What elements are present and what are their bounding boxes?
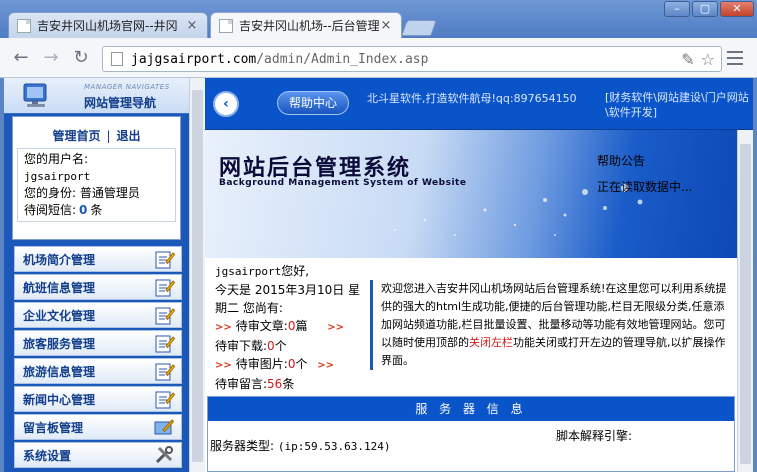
new-tab-button[interactable] (401, 20, 437, 36)
pending-images: >> 待审图片:0个 >> (215, 357, 335, 371)
sidebar-scrollbar[interactable] (189, 78, 205, 472)
help-center-button[interactable]: 帮助中心 (277, 91, 349, 115)
back-circle-icon[interactable]: ‹ (213, 91, 239, 117)
browser-titlebar: 吉安井冈山机场官网--井冈 × 吉安井冈山机场--后台管理 × – ▢ ✕ (0, 0, 757, 38)
address-bar[interactable]: jajgsairport.com/admin/Admin_Index.asp ✎… (102, 46, 722, 72)
banner-subtitle: Background Management System of Website (219, 178, 467, 188)
tab-close-icon[interactable]: × (379, 18, 393, 33)
maximize-button[interactable]: ▢ (692, 1, 718, 17)
server-info-box: 服 务 器 信 息 服务器类型: (ip:59.53.63.124) 脚本解释引… (207, 396, 735, 472)
admin-home-link[interactable]: 管理首页 (52, 129, 100, 143)
reload-icon[interactable]: ↻ (70, 49, 92, 67)
edit-note-icon (155, 279, 175, 297)
window-close-button[interactable]: ✕ (720, 1, 754, 17)
date-line: 今天是 2015年3月10日 星期二 您尚有: (215, 283, 361, 315)
main-frame: ‹ 帮助中心 北斗星软件,打造软件航母!qq:897654150 [财务软件\网… (205, 78, 753, 472)
server-type: 服务器类型: (ip:59.53.63.124) (210, 439, 391, 453)
menu-item-flight-info[interactable]: 航班信息管理 (14, 274, 182, 300)
edit-note-icon (155, 251, 175, 269)
admin-sidebar: MANAGER NAVIGATES 网站管理导航 管理首页 | 退出 您的用户名: … (4, 78, 189, 472)
close-left-panel-link[interactable]: 关闭左栏 (469, 336, 513, 349)
edit-note-icon (155, 307, 175, 325)
logout-link[interactable]: 退出 (117, 129, 141, 143)
menu-item-passenger-service[interactable]: 旅客服务管理 (14, 330, 182, 356)
menu-item-news-center[interactable]: 新闻中心管理 (14, 386, 182, 412)
browser-toolbar: ← → ↻ jajgsairport.com/admin/Admin_Index… (0, 38, 757, 78)
sidebar-subtitle: MANAGER NAVIGATES (84, 83, 170, 91)
sidebar-title: 网站管理导航 (84, 96, 157, 110)
tools-icon (155, 446, 173, 464)
welcome-text: 欢迎您进入吉安井冈山机场网站后台管理系统!在这里您可以利用系统提供的强大的htm… (370, 280, 730, 370)
admin-menu: 机场简介管理 航班信息管理 企业文化管理 旅客服务管理 旅游信息管理 新闻中心管… (14, 246, 182, 470)
board-icon (154, 419, 175, 435)
top-links[interactable]: [财务软件\网站建设\门户网站\软件开发] (605, 90, 753, 120)
edit-note-icon (155, 335, 175, 353)
user-links: 管理首页 | 退出 (13, 117, 180, 144)
role-line: 您的身份: 普通管理员 (24, 186, 140, 200)
tab-close-icon[interactable]: × (185, 18, 199, 33)
notice-title: 帮助公告 (597, 154, 646, 168)
tab-title: 吉安井冈山机场--后台管理 (239, 19, 379, 33)
menu-item-corporate-culture[interactable]: 企业文化管理 (14, 302, 182, 328)
banner: 网站后台管理系统 Background Management System of… (205, 130, 737, 258)
scrollbar-thumb[interactable] (740, 144, 751, 464)
user-info: 您的用户名: jgsairport 您的身份: 普通管理员 待阅短信: 0 条 (17, 148, 176, 222)
messages-count: 0 (79, 203, 88, 217)
link-separator: | (106, 129, 111, 143)
main-content: jgsairport您好, 今天是 2015年3月10日 星期二 您尚有: >>… (205, 258, 737, 472)
user-panel: 管理首页 | 退出 您的用户名: jgsairport 您的身份: 普通管理员 待阅… (12, 116, 181, 240)
minimize-button[interactable]: – (664, 1, 690, 17)
pending-articles: >> 待审文章:0篇 >> (215, 319, 345, 333)
browser-menu-icon[interactable] (727, 51, 743, 65)
main-scrollbar[interactable] (737, 130, 753, 472)
web-page: MANAGER NAVIGATES 网站管理导航 管理首页 | 退出 您的用户名: … (4, 78, 753, 472)
top-note: 北斗星软件,打造软件航母!qq:897654150 (367, 92, 577, 105)
menu-item-message-board[interactable]: 留言板管理 (14, 414, 182, 440)
notice-body: 正在读取数据中... (597, 180, 693, 194)
page-icon (111, 52, 123, 66)
page-favicon-icon (219, 18, 233, 33)
top-bar: ‹ 帮助中心 北斗星软件,打造软件航母!qq:897654150 [财务软件\网… (205, 78, 753, 130)
server-info-header: 服 务 器 信 息 (208, 397, 734, 421)
bookmark-star-icon[interactable]: ☆ (701, 50, 715, 69)
edit-note-icon (155, 363, 175, 381)
messages-line: 待阅短信: 0 条 (24, 203, 103, 217)
back-arrow-icon[interactable]: ← (10, 49, 32, 67)
scrollbar-thumb[interactable] (192, 90, 203, 462)
role-value: 普通管理员 (79, 186, 140, 200)
pending-downloads: 待审下载:0个 (215, 339, 287, 353)
username-label: 您的用户名: (24, 152, 89, 166)
url-text: jajgsairport.com/admin/Admin_Index.asp (131, 51, 429, 67)
tab-admin[interactable]: 吉安井冈山机场--后台管理 × (210, 12, 402, 38)
edit-note-icon (155, 391, 175, 409)
tab-official-site[interactable]: 吉安井冈山机场官网--井冈 × (8, 12, 208, 38)
menu-item-airport-intro[interactable]: 机场简介管理 (14, 246, 182, 272)
monitor-icon (23, 83, 47, 107)
menu-item-system-settings[interactable]: 系统设置 (14, 442, 182, 468)
wrench-icon[interactable]: ✎ (681, 50, 694, 69)
pending-stats: jgsairport您好, 今天是 2015年3月10日 星期二 您尚有: >>… (215, 262, 365, 393)
script-engine: 脚本解释引擎: (556, 429, 633, 443)
forward-arrow-icon[interactable]: → (40, 49, 62, 67)
page-favicon-icon (17, 18, 31, 33)
username-value: jgsairport (24, 170, 91, 183)
menu-item-tourism-info[interactable]: 旅游信息管理 (14, 358, 182, 384)
sidebar-header: MANAGER NAVIGATES 网站管理导航 (4, 78, 189, 114)
tab-title: 吉安井冈山机场官网--井冈 (37, 19, 178, 33)
pending-comments: 待审留言:56条 (215, 377, 295, 391)
greeting: jgsairport您好, (215, 264, 310, 278)
